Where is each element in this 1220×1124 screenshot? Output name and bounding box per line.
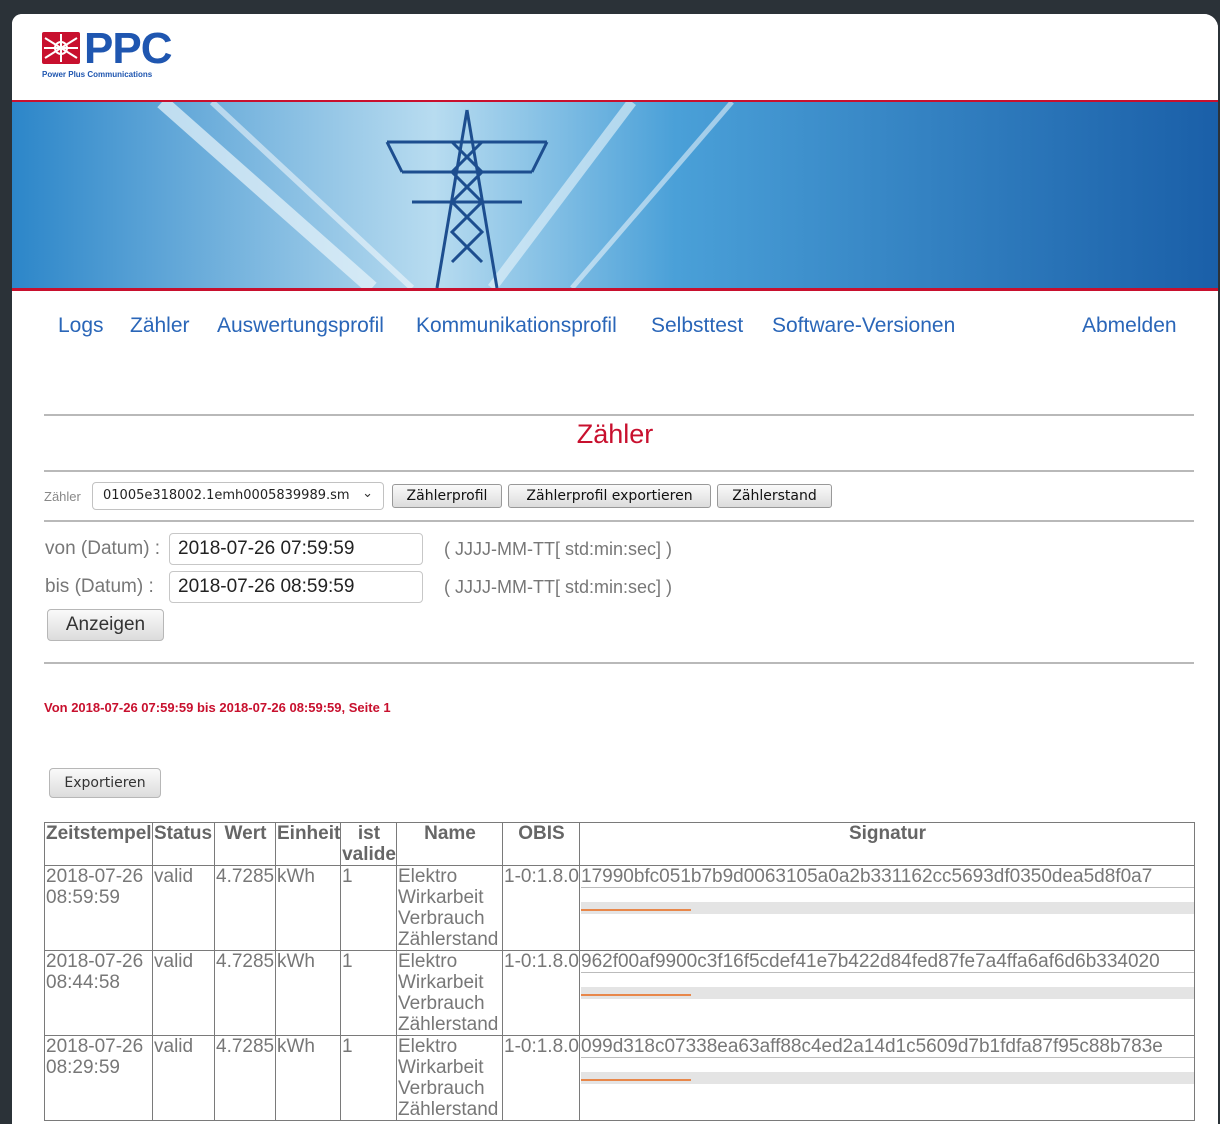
main-nav: Logs Zähler Auswertungsprofil Kommunikat… — [12, 314, 1218, 346]
to-date-label: bis (Datum) : — [45, 576, 154, 597]
cell-is-valid: 1 — [340, 1035, 397, 1121]
show-button[interactable]: Anzeigen — [47, 609, 164, 641]
signature-progress-bar — [581, 902, 1194, 914]
column-header-status[interactable]: Status — [152, 822, 215, 866]
cell-value: 4.7285 — [214, 865, 276, 951]
table-header-row: Zeitstempel Status Wert Einheit ist vali… — [44, 822, 1195, 866]
cell-name: Elektro Wirkarbeit Verbrauch Zählerstand — [396, 1035, 503, 1121]
cell-value: 4.7285 — [214, 1035, 276, 1121]
to-date-input[interactable] — [169, 571, 423, 603]
cell-status: valid — [152, 950, 215, 1036]
nav-logout[interactable]: Abmelden — [1082, 314, 1177, 338]
chevron-down-icon: ⌄ — [362, 486, 373, 501]
cell-timestamp: 2018-07-26 08:29:59 — [44, 1035, 153, 1121]
cell-obis: 1-0:1.8.0 — [502, 950, 580, 1036]
divider — [44, 470, 1194, 472]
column-header-signature[interactable]: Signatur — [579, 822, 1195, 866]
signature-field[interactable]: 17990bfc051b7b9d0063105a0a2b331162cc5693… — [581, 867, 1194, 888]
signature-progress-fill — [581, 909, 692, 911]
signature-field[interactable]: 962f00af9900c3f16f5cdef41e7b422d84fed87f… — [581, 952, 1194, 973]
signature-progress-fill — [581, 1079, 692, 1081]
divider — [44, 414, 1194, 416]
column-header-unit[interactable]: Einheit — [275, 822, 341, 866]
logo-header: PPC Power Plus Communications — [12, 14, 1218, 102]
browser-page: PPC Power Plus Communications Logs Zähle… — [12, 14, 1218, 1124]
cell-timestamp: 2018-07-26 08:59:59 — [44, 865, 153, 951]
range-message: Von 2018-07-26 07:59:59 bis 2018-07-26 0… — [44, 700, 391, 715]
cell-signature: 17990bfc051b7b9d0063105a0a2b331162cc5693… — [579, 865, 1195, 951]
export-button[interactable]: Exportieren — [49, 768, 161, 798]
nav-self-test[interactable]: Selbsttest — [651, 314, 743, 338]
cell-status: valid — [152, 865, 215, 951]
nav-evaluation-profile[interactable]: Auswertungsprofil — [217, 314, 384, 338]
to-date-format-hint: ( JJJJ-MM-TT[ std:min:sec] ) — [444, 577, 672, 597]
page-title: Zähler — [576, 419, 654, 449]
header-banner-image — [12, 102, 1218, 291]
column-header-name[interactable]: Name — [396, 822, 503, 866]
cell-timestamp: 2018-07-26 08:44:58 — [44, 950, 153, 1036]
cell-signature: 962f00af9900c3f16f5cdef41e7b422d84fed87f… — [579, 950, 1195, 1036]
divider — [44, 662, 1194, 664]
column-header-timestamp[interactable]: Zeitstempel — [44, 822, 153, 866]
table-row: 2018-07-26 08:29:59 valid 4.7285 kWh 1 E… — [44, 1035, 1195, 1121]
ppc-logo-icon — [42, 32, 80, 64]
column-header-is-valid[interactable]: ist valide — [340, 822, 397, 866]
cell-name: Elektro Wirkarbeit Verbrauch Zählerstand — [396, 865, 503, 951]
export-meter-profile-button[interactable]: Zählerprofil exportieren — [508, 484, 711, 508]
meter-reading-button[interactable]: Zählerstand — [717, 484, 832, 508]
from-date-format-hint: ( JJJJ-MM-TT[ std:min:sec] ) — [444, 539, 672, 559]
column-header-obis[interactable]: OBIS — [502, 822, 580, 866]
signature-field[interactable]: 099d318c07338ea63aff88c4ed2a14d1c5609d7b… — [581, 1037, 1194, 1058]
logo-name: PPC — [84, 24, 172, 73]
signature-progress-bar — [581, 1072, 1194, 1084]
from-date-input[interactable] — [169, 533, 423, 565]
cell-is-valid: 1 — [340, 865, 397, 951]
nav-communication-profile[interactable]: Kommunikationsprofil — [416, 314, 617, 338]
meter-profile-button[interactable]: Zählerprofil — [392, 484, 502, 508]
meter-select[interactable]: 01005e318002.1emh0005839989.sm ⌄ — [92, 482, 384, 510]
cell-obis: 1-0:1.8.0 — [502, 865, 580, 951]
cell-unit: kWh — [275, 865, 341, 951]
table-row: 2018-07-26 08:59:59 valid 4.7285 kWh 1 E… — [44, 865, 1195, 951]
from-date-label: von (Datum) : — [45, 538, 161, 559]
table-row: 2018-07-26 08:44:58 valid 4.7285 kWh 1 E… — [44, 950, 1195, 1036]
signature-progress-fill — [581, 994, 692, 996]
logo-subtitle: Power Plus Communications — [42, 70, 153, 79]
readings-table: Zeitstempel Status Wert Einheit ist vali… — [44, 822, 1195, 1121]
cell-name: Elektro Wirkarbeit Verbrauch Zählerstand — [396, 950, 503, 1036]
cell-unit: kWh — [275, 1035, 341, 1121]
cell-value: 4.7285 — [214, 950, 276, 1036]
cell-unit: kWh — [275, 950, 341, 1036]
column-header-value[interactable]: Wert — [214, 822, 276, 866]
nav-logs[interactable]: Logs — [58, 314, 104, 338]
cell-status: valid — [152, 1035, 215, 1121]
nav-software-versions[interactable]: Software-Versionen — [772, 314, 955, 338]
meter-select-value: 01005e318002.1emh0005839989.sm — [103, 488, 350, 503]
signature-progress-bar — [581, 987, 1194, 999]
meter-select-label: Zähler — [44, 489, 81, 504]
cell-is-valid: 1 — [340, 950, 397, 1036]
cell-obis: 1-0:1.8.0 — [502, 1035, 580, 1121]
nav-meter[interactable]: Zähler — [130, 314, 190, 338]
cell-signature: 099d318c07338ea63aff88c4ed2a14d1c5609d7b… — [579, 1035, 1195, 1121]
divider — [44, 520, 1194, 522]
